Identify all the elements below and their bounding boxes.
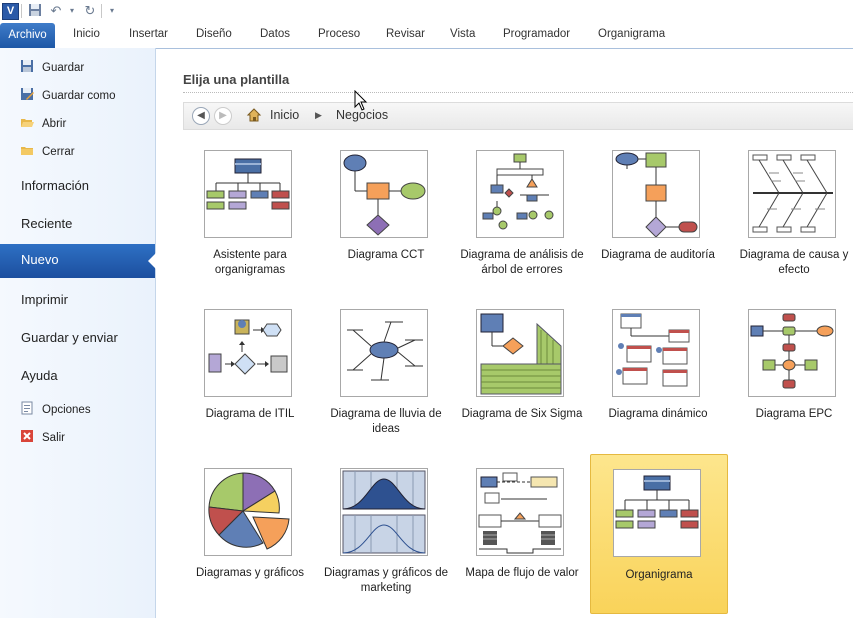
template-diagramas-graficos[interactable]: Diagramas y gráficos (182, 468, 318, 628)
mouse-cursor-icon (354, 89, 368, 115)
nav-salir[interactable]: Salir (20, 428, 65, 448)
template-label: Diagrama dinámico (608, 408, 708, 420)
nav-nuevo[interactable]: Nuevo (0, 244, 156, 278)
tab-datos[interactable]: Datos (260, 28, 290, 40)
close-folder-icon (20, 143, 34, 157)
exit-icon (20, 429, 34, 443)
template-label: Diagramas y gráficos (195, 567, 304, 579)
pivot-diagram-thumbnail (612, 309, 700, 397)
tab-programador[interactable]: Programador (503, 28, 570, 40)
template-label: Diagrama de análisis de árbol de errores (460, 249, 584, 276)
quick-access-toolbar: V ↶ ▾ ↻ ▾ (0, 0, 853, 22)
marketing-charts-thumbnail (340, 468, 428, 556)
template-label: Diagrama de lluvia de ideas (330, 408, 442, 435)
tab-archivo[interactable]: Archivo (0, 23, 55, 48)
value-stream-map-thumbnail (476, 468, 564, 556)
template-lluvia-ideas[interactable]: Diagrama de lluvia de ideas (318, 309, 454, 469)
charts-graphs-thumbnail (204, 468, 292, 556)
template-label: Diagrama de ITIL (205, 408, 295, 420)
nav-guardar[interactable]: Guardar (20, 58, 84, 78)
template-epc[interactable]: Diagrama EPC (726, 309, 853, 469)
cct-diagram-thumbnail (340, 150, 428, 238)
cause-effect-thumbnail (748, 150, 836, 238)
selection-pointer (148, 253, 156, 269)
nav-cerrar-label: Cerrar (42, 146, 75, 158)
nav-opciones[interactable]: Opciones (20, 400, 91, 420)
undo-icon[interactable]: ↶ (48, 3, 64, 19)
back-arrow-icon[interactable]: ◀ (192, 107, 210, 125)
brainstorm-thumbnail (340, 309, 428, 397)
nav-imprimir[interactable]: Imprimir (21, 292, 68, 307)
toolbar-divider (101, 4, 102, 18)
redo-icon[interactable]: ↻ (82, 3, 98, 19)
org-chart-thumbnail (613, 469, 701, 557)
template-organigrama[interactable]: Organigrama (590, 454, 728, 614)
nav-abrir[interactable]: Abrir (20, 114, 66, 134)
template-label: Mapa de flujo de valor (465, 567, 579, 579)
options-icon (20, 401, 34, 415)
chevron-down-icon[interactable]: ▾ (64, 3, 80, 19)
template-flujo-valor[interactable]: Mapa de flujo de valor (454, 468, 590, 628)
nav-reciente[interactable]: Reciente (21, 216, 72, 231)
template-itil[interactable]: Diagrama de ITIL (182, 309, 318, 469)
template-six-sigma[interactable]: Diagrama de Six Sigma (454, 309, 590, 469)
template-label: Asistente para organigramas (213, 249, 287, 276)
nav-guardar-como[interactable]: Guardar como (20, 86, 116, 106)
template-diagrama-cct[interactable]: Diagrama CCT (318, 150, 454, 310)
backstage-nav: Guardar Guardar como Abrir Cerrar Inform… (0, 48, 156, 618)
tab-insertar[interactable]: Insertar (129, 28, 168, 40)
template-label: Diagrama de Six Sigma (461, 408, 583, 420)
divider (183, 92, 853, 93)
tab-proceso[interactable]: Proceso (318, 28, 360, 40)
ribbon-tabs: Archivo Inicio Insertar Diseño Datos Pro… (0, 22, 853, 49)
toolbar-divider (21, 4, 22, 18)
template-label: Organigrama (625, 569, 693, 581)
tab-revisar[interactable]: Revisar (386, 28, 425, 40)
nav-guardar-y-enviar[interactable]: Guardar y enviar (21, 330, 118, 345)
template-arbol-errores[interactable]: Diagrama de análisis de árbol de errores (454, 150, 590, 310)
tab-inicio[interactable]: Inicio (73, 28, 100, 40)
template-label: Diagrama EPC (755, 408, 833, 420)
open-folder-icon (20, 115, 34, 129)
chevron-right-icon: ▶ (315, 110, 322, 120)
tab-diseno[interactable]: Diseño (196, 28, 232, 40)
fault-tree-thumbnail (476, 150, 564, 238)
breadcrumb-inicio[interactable]: Inicio (270, 108, 299, 122)
template-label: Diagrama de causa y efecto (739, 249, 849, 276)
template-label: Diagrama CCT (347, 249, 425, 261)
tab-vista[interactable]: Vista (450, 28, 475, 40)
nav-informacion[interactable]: Información (21, 178, 89, 193)
six-sigma-thumbnail (476, 309, 564, 397)
nav-guardar-label: Guardar (42, 62, 85, 74)
save-as-icon (20, 87, 34, 101)
itil-diagram-thumbnail (204, 309, 292, 397)
template-label: Diagramas y gráficos de marketing (324, 567, 448, 594)
template-marketing[interactable]: Diagramas y gráficos de marketing (318, 468, 454, 628)
nav-salir-label: Salir (42, 432, 66, 444)
template-dinamico[interactable]: Diagrama dinámico (590, 309, 726, 469)
nav-opciones-label: Opciones (42, 404, 91, 416)
nav-ayuda[interactable]: Ayuda (21, 368, 58, 383)
template-auditoria[interactable]: Diagrama de auditoría (590, 150, 726, 310)
nav-cerrar[interactable]: Cerrar (20, 142, 75, 162)
save-icon (20, 59, 34, 73)
audit-diagram-thumbnail (612, 150, 700, 238)
template-label: Diagrama de auditoría (601, 249, 715, 261)
breadcrumb: ◀ ▶ Inicio ▶ Negocios (183, 102, 853, 130)
page-title: Elija una plantilla (183, 72, 290, 87)
save-icon[interactable] (27, 3, 43, 19)
home-icon[interactable] (246, 107, 262, 126)
forward-arrow-icon[interactable]: ▶ (214, 107, 232, 125)
nav-guardar-como-label: Guardar como (42, 90, 116, 102)
customize-toolbar-icon[interactable]: ▾ (104, 3, 120, 19)
nav-abrir-label: Abrir (42, 118, 67, 130)
epc-diagram-thumbnail (748, 309, 836, 397)
template-causa-efecto[interactable]: Diagrama de causa y efecto (726, 150, 853, 310)
org-chart-wizard-thumbnail (204, 150, 292, 238)
template-asistente-organigramas[interactable]: Asistente para organigramas (182, 150, 318, 310)
tab-organigrama[interactable]: Organigrama (598, 28, 665, 40)
nav-nuevo-label: Nuevo (21, 252, 59, 267)
visio-logo-icon[interactable]: V (2, 3, 19, 20)
